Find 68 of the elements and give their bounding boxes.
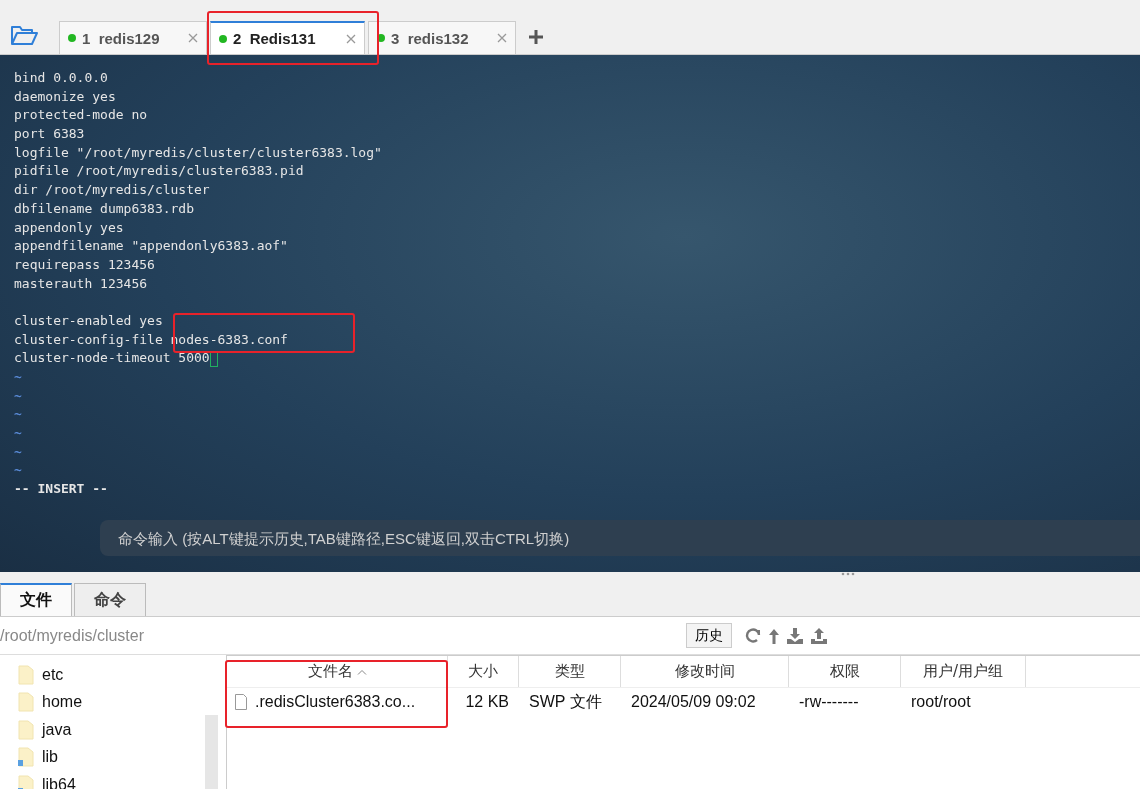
tree-item[interactable]: etc [0, 661, 205, 689]
terminal-line: dir /root/myredis/cluster [14, 181, 210, 200]
close-icon[interactable] [188, 33, 198, 43]
column-header[interactable]: 修改时间 [621, 656, 789, 687]
open-folder-icon[interactable] [10, 24, 38, 46]
tree-item[interactable]: java [0, 716, 205, 744]
terminal-line: logfile "/root/myredis/cluster/cluster6383.log" [14, 143, 382, 162]
terminal-line: bind 0.0.0.0 [14, 69, 108, 87]
tab-label: 2 Redis131 [233, 30, 316, 47]
tree-item[interactable]: lib [0, 743, 205, 771]
status-dot [377, 34, 385, 42]
scrollbar[interactable] [205, 715, 218, 789]
status-dot [68, 34, 76, 42]
tab-label: 3 redis132 [391, 29, 469, 47]
terminal-line: daemonize yes [14, 87, 116, 106]
status-dot [219, 34, 227, 43]
column-header[interactable]: 文件名 [227, 656, 448, 687]
plus-icon[interactable] [529, 30, 543, 44]
tab-label: 1 redis129 [82, 29, 160, 47]
folder-icon [18, 719, 34, 740]
table-cell: 12 KB [465, 693, 509, 710]
column-header[interactable]: 类型 [519, 656, 621, 687]
session-tab[interactable]: 1 redis129 [59, 21, 207, 54]
upload-icon[interactable] [810, 626, 828, 645]
terminal-line: cluster-node-timeout 5000 [14, 349, 210, 368]
terminal-line: appendfilename "appendonly6383.aof" [14, 237, 288, 256]
folder-shortcut-icon [18, 774, 34, 789]
terminal-line: protected-mode no [14, 106, 148, 125]
empty-line-marker: ~ [14, 442, 22, 461]
terminal-line: port 6383 [14, 125, 85, 144]
table-cell: 2024/05/09 09:02 [631, 693, 756, 710]
terminal-line: appendonly yes [14, 218, 124, 237]
terminal-line: pidfile /root/myredis/cluster6383.pid [14, 162, 304, 181]
text-cursor [209, 350, 218, 367]
file-name-cell[interactable]: .redisCluster6383.co... [255, 693, 416, 711]
column-header[interactable]: 权限 [789, 656, 901, 687]
refresh-icon[interactable] [744, 626, 762, 645]
column-header[interactable]: 用户/用户组 [901, 656, 1026, 687]
empty-line-marker: ~ [14, 405, 22, 424]
empty-line-marker: ~ [14, 368, 22, 386]
file-icon [235, 694, 247, 710]
close-icon[interactable] [497, 33, 507, 43]
folder-icon [18, 692, 34, 713]
empty-line-marker: ~ [14, 386, 22, 405]
empty-line-marker: ~ [14, 461, 22, 480]
path-field[interactable]: /root/myredis/cluster [0, 626, 686, 645]
table-cell: SWP 文件 [529, 692, 602, 710]
terminal-line: cluster-enabled yes [14, 311, 163, 330]
close-icon[interactable] [346, 33, 356, 44]
vim-mode-indicator: -- INSERT -- [14, 480, 108, 499]
session-tab[interactable]: 3 redis132 [368, 21, 516, 54]
column-header[interactable]: 大小 [448, 656, 519, 687]
tree-item[interactable]: home [0, 688, 205, 716]
terminal-line: requirepass 123456 [14, 255, 155, 274]
command-input-field[interactable]: 命令输入 (按ALT键提示历史,TAB键路径,ESC键返回,双击CTRL切换) [100, 520, 1140, 556]
panel-tab[interactable]: 文件 [0, 583, 72, 616]
resize-grip-icon[interactable] [840, 572, 855, 576]
folder-shortcut-icon [18, 747, 34, 768]
empty-line-marker: ~ [14, 424, 22, 443]
folder-icon [18, 664, 34, 685]
download-icon[interactable] [786, 626, 804, 645]
table-cell: -rw------- [799, 693, 859, 710]
panel-tab[interactable]: 命令 [74, 583, 146, 616]
table-cell: root/root [911, 693, 971, 710]
session-tab[interactable]: 2 Redis131 [210, 21, 365, 54]
terminal-line: dbfilename dump6383.rdb [14, 199, 194, 218]
history-button[interactable]: 历史 [686, 623, 732, 648]
terminal-line: masterauth 123456 [14, 274, 148, 293]
